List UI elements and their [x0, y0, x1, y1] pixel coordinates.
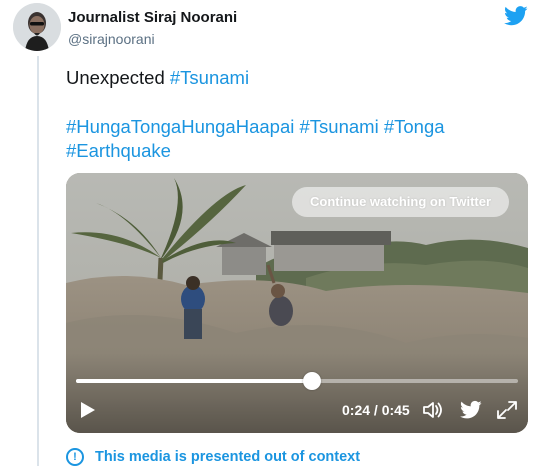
profile-photo-icon: [13, 3, 61, 51]
info-icon: !: [66, 448, 84, 466]
twitter-icon[interactable]: [460, 400, 482, 420]
context-notice-link[interactable]: This media is presented out of context: [95, 448, 360, 466]
tweet-text-line-1: Unexpected #Tsunami: [66, 66, 249, 90]
thread-line: [37, 56, 39, 466]
author-handle[interactable]: @sirajnoorani: [68, 31, 155, 47]
video-time: 0:24 / 0:45: [342, 402, 410, 418]
controls-overlay: [66, 353, 528, 433]
tweet-text-line-3: #Earthquake: [66, 139, 171, 163]
tweet-text-line-2: #HungaTongaHungaHaapai #Tsunami #Tonga: [66, 115, 445, 139]
hashtag-earthquake[interactable]: #Earthquake: [66, 140, 171, 161]
volume-icon[interactable]: [422, 400, 444, 420]
hashtag-tonga[interactable]: #Tonga: [384, 116, 445, 137]
video-progress-bar[interactable]: [76, 372, 518, 390]
video-player[interactable]: Continue watching on Twitter 0:24 / 0:45: [66, 173, 528, 433]
progress-scrubber[interactable]: [302, 372, 321, 390]
avatar[interactable]: [13, 3, 61, 51]
tweet-text: Unexpected: [66, 67, 170, 88]
hashtag-hungatonga[interactable]: #HungaTongaHungaHaapai: [66, 116, 294, 137]
play-icon[interactable]: [80, 401, 96, 419]
fullscreen-icon[interactable]: [496, 400, 518, 420]
twitter-bird-icon[interactable]: [504, 5, 528, 27]
progress-fill: [76, 379, 312, 383]
hashtag-tsunami[interactable]: #Tsunami: [170, 67, 249, 88]
continue-watching-button[interactable]: Continue watching on Twitter: [292, 187, 510, 217]
hashtag-tsunami[interactable]: #Tsunami: [300, 116, 379, 137]
author-display-name[interactable]: Journalist Siraj Noorani: [68, 9, 237, 26]
